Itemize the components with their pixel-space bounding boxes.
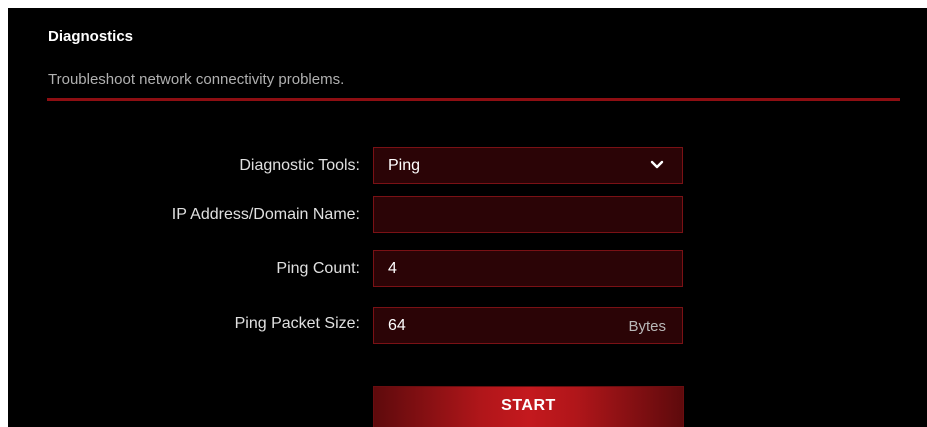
ping-count-value: 4 bbox=[388, 260, 397, 277]
chevron-down-icon bbox=[650, 160, 664, 169]
ip-address-label: IP Address/Domain Name: bbox=[171, 206, 360, 223]
header-divider bbox=[47, 98, 900, 101]
ping-packet-size-value: 64 bbox=[388, 317, 406, 334]
ping-count-input[interactable]: 4 bbox=[373, 250, 683, 287]
start-button[interactable]: START bbox=[373, 386, 684, 427]
page-subtitle: Troubleshoot network connectivity proble… bbox=[48, 71, 345, 88]
diagnostic-tools-select[interactable]: Ping bbox=[373, 147, 683, 184]
ping-count-label: Ping Count: bbox=[276, 260, 360, 277]
ping-packet-size-unit: Bytes bbox=[628, 318, 666, 335]
ping-packet-size-input[interactable]: 64 Bytes bbox=[373, 307, 683, 344]
diagnostic-tools-value: Ping bbox=[388, 157, 421, 174]
diagnostics-panel: Diagnostics Troubleshoot network connect… bbox=[8, 8, 927, 427]
ping-packet-size-label: Ping Packet Size: bbox=[234, 315, 360, 332]
diagnostic-tools-label: Diagnostic Tools: bbox=[239, 157, 360, 174]
ip-address-input[interactable] bbox=[373, 196, 683, 233]
page-title: Diagnostics bbox=[48, 28, 134, 45]
